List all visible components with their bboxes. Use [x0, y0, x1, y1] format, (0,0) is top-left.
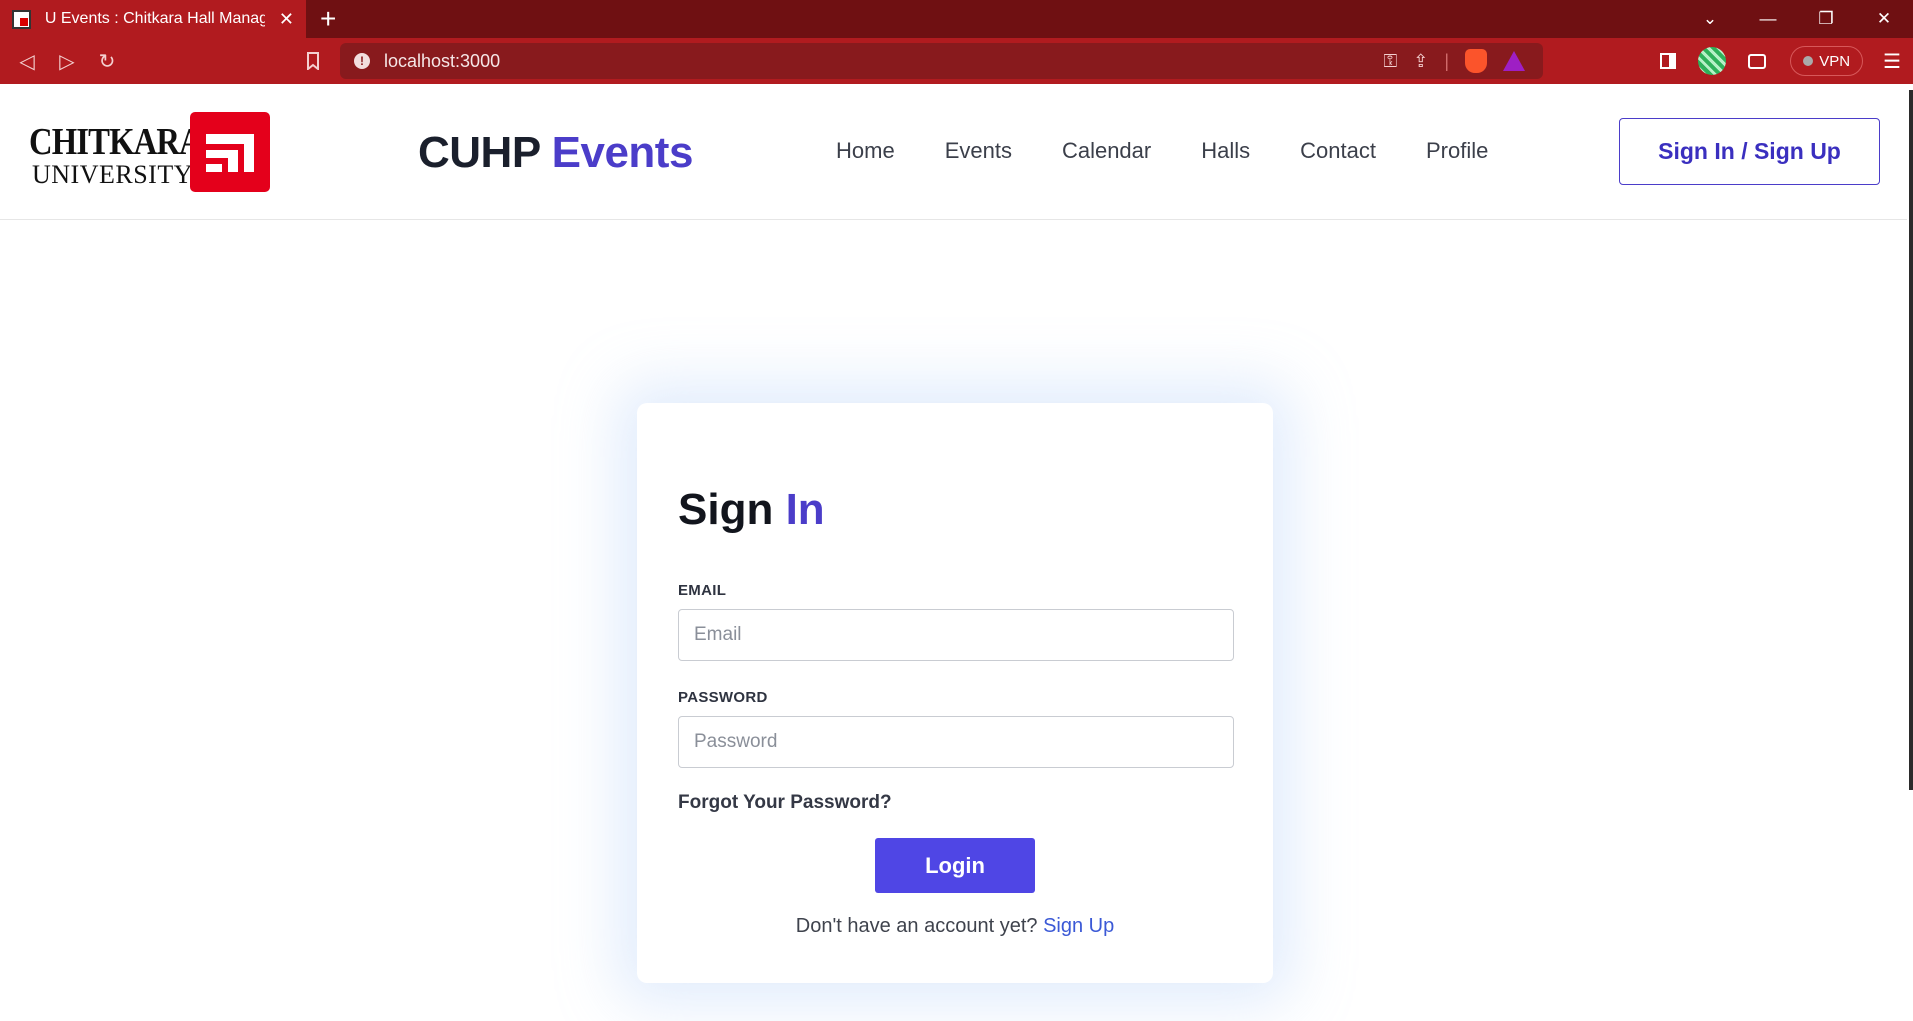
info-icon[interactable]: !: [354, 53, 370, 69]
nav-home[interactable]: Home: [836, 138, 895, 164]
login-card: Sign In EMAIL PASSWORD Forgot Your Passw…: [637, 403, 1273, 983]
browser-toolbar: ◁ ▷ ↻ ! localhost:3000 ⚿ ⇪ | VPN ☰: [0, 38, 1913, 84]
nav-events[interactable]: Events: [945, 138, 1012, 164]
logo-emblem-icon: [190, 112, 270, 192]
site-header: CHITKARA UNIVERSITY CUHP Events Home Eve…: [0, 84, 1907, 220]
title-accent: In: [785, 485, 825, 534]
back-icon[interactable]: ◁: [12, 46, 42, 76]
brand-title[interactable]: CUHP Events: [418, 128, 693, 178]
minimize-icon[interactable]: —: [1739, 0, 1797, 38]
separator: |: [1444, 50, 1449, 71]
bat-rewards-icon[interactable]: [1503, 51, 1525, 71]
nav-profile[interactable]: Profile: [1426, 138, 1488, 164]
main-nav: Home Events Calendar Halls Contact Profi…: [836, 138, 1538, 164]
nav-contact[interactable]: Contact: [1300, 138, 1376, 164]
nav-calendar[interactable]: Calendar: [1062, 138, 1151, 164]
reload-icon[interactable]: ↻: [92, 46, 122, 76]
key-icon[interactable]: ⚿: [1384, 51, 1398, 72]
browser-tab[interactable]: U Events : Chitkara Hall Managem ✕: [0, 0, 306, 38]
forward-icon[interactable]: ▷: [52, 46, 82, 76]
sign-up-link[interactable]: Sign Up: [1043, 915, 1114, 937]
address-bar[interactable]: ! localhost:3000 ⚿ ⇪ |: [340, 43, 1543, 79]
bookmark-icon[interactable]: [298, 46, 328, 76]
share-icon[interactable]: ⇪: [1413, 51, 1428, 72]
page-scrollbar[interactable]: [1909, 90, 1913, 790]
wallet-icon[interactable]: [1748, 53, 1767, 69]
restore-icon[interactable]: ❐: [1797, 0, 1855, 38]
vpn-button[interactable]: VPN: [1790, 46, 1864, 76]
tab-search-chevron-icon[interactable]: ⌄: [1681, 0, 1739, 38]
sidebar-icon[interactable]: [1660, 53, 1677, 69]
favicon-icon: [12, 9, 31, 29]
window-controls: ⌄ — ❐ ✕: [1681, 0, 1913, 38]
nav-halls[interactable]: Halls: [1201, 138, 1250, 164]
brand-accent: Events: [551, 128, 694, 177]
no-account-text: Don't have an account yet?: [795, 915, 1038, 937]
brave-shield-icon[interactable]: [1465, 49, 1487, 73]
close-window-icon[interactable]: ✕: [1855, 0, 1913, 38]
email-label: EMAIL: [678, 582, 727, 599]
hamburger-menu-icon[interactable]: ☰: [1883, 49, 1901, 74]
vpn-status-icon: [1803, 56, 1814, 66]
title-main: Sign: [678, 485, 774, 534]
logo-line2: UNIVERSITY: [32, 160, 193, 189]
new-tab-icon[interactable]: +: [320, 4, 336, 34]
signup-prompt: Don't have an account yet? Sign Up: [637, 915, 1273, 938]
vpn-label: VPN: [1819, 52, 1851, 70]
chitkara-logo[interactable]: CHITKARA UNIVERSITY: [29, 112, 274, 194]
tab-title: U Events : Chitkara Hall Managem: [44, 10, 265, 27]
email-field[interactable]: [678, 609, 1234, 661]
password-field[interactable]: [678, 716, 1234, 768]
brand-main: CUHP: [418, 128, 540, 177]
sign-in-sign-up-button[interactable]: Sign In / Sign Up: [1619, 118, 1880, 185]
login-button[interactable]: Login: [875, 838, 1035, 893]
login-title: Sign In: [678, 485, 825, 535]
url-text: localhost:3000: [384, 50, 501, 71]
forgot-password-link[interactable]: Forgot Your Password?: [678, 792, 892, 814]
logo-line1: CHITKARA: [29, 121, 203, 163]
profile-avatar-icon[interactable]: [1698, 47, 1727, 75]
browser-tab-bar: U Events : Chitkara Hall Managem ✕ + ⌄ —…: [0, 0, 1913, 38]
close-tab-icon[interactable]: ✕: [279, 10, 294, 28]
password-label: PASSWORD: [678, 689, 768, 706]
